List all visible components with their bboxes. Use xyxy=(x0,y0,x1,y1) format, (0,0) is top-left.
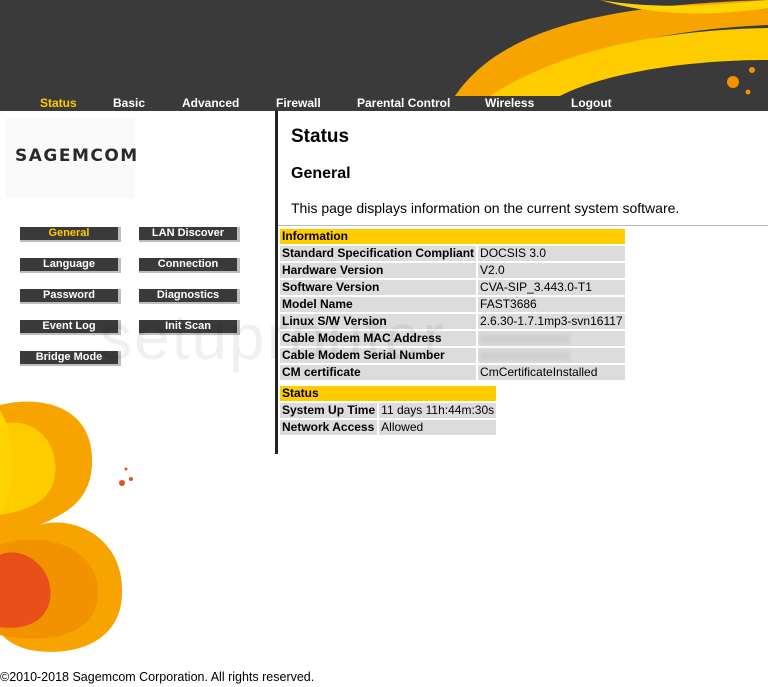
table-row: Cable Modem MAC Address xyxy=(280,331,625,346)
menu-connection-button[interactable]: Connection xyxy=(139,258,240,273)
nav-logout[interactable]: Logout xyxy=(571,96,612,111)
footer-copyright: ©2010-2018 Sagemcom Corporation. All rig… xyxy=(0,670,315,684)
redacted-mac-value xyxy=(480,333,571,344)
page-title: Status xyxy=(291,126,350,147)
sagemcom-logo: SAGEMCOM xyxy=(15,146,139,166)
table-row: Linux S/W Version 2.6.30-1.7.1mp3-svn1611… xyxy=(280,314,625,329)
table-header-row: Information xyxy=(280,229,625,244)
row-value: 2.6.30-1.7.1mp3-svn16117 xyxy=(476,314,625,329)
description-divider xyxy=(278,225,768,226)
table-row: Cable Modem Serial Number xyxy=(280,348,625,363)
decorative-petal-graphic xyxy=(0,401,133,652)
logo-panel: SAGEMCOM xyxy=(5,118,137,198)
table-row: Network Access Allowed xyxy=(280,420,497,435)
row-label: Model Name xyxy=(280,297,477,312)
menu-event-log-button[interactable]: Event Log xyxy=(20,320,121,335)
row-value: FAST3686 xyxy=(476,297,625,312)
menu-diagnostics-button[interactable]: Diagnostics xyxy=(139,289,240,304)
menu-init-scan-button[interactable]: Init Scan xyxy=(139,320,240,335)
nav-status[interactable]: Status xyxy=(40,96,77,111)
row-label: Cable Modem MAC Address xyxy=(280,331,477,346)
row-label: System Up Time xyxy=(280,403,378,418)
table-row: Software Version CVA-SIP_3.443.0-T1 xyxy=(280,280,625,295)
table-row: CM certificate CmCertificateInstalled xyxy=(280,365,625,380)
row-label: Software Version xyxy=(280,280,477,295)
top-navigation: Status Basic Advanced Firewall Parental … xyxy=(0,96,768,111)
menu-bridge-mode-button[interactable]: Bridge Mode xyxy=(20,351,121,366)
information-table: Information Standard Specification Compl… xyxy=(280,227,625,382)
table-row: System Up Time 11 days 11h:44m:30s xyxy=(280,403,497,418)
row-value: 11 days 11h:44m:30s xyxy=(377,403,497,418)
nav-firewall[interactable]: Firewall xyxy=(276,96,321,111)
status-table: Status System Up Time 11 days 11h:44m:30s… xyxy=(280,384,497,437)
nav-advanced[interactable]: Advanced xyxy=(182,96,239,111)
row-value: CVA-SIP_3.443.0-T1 xyxy=(476,280,625,295)
table-row: Standard Specification Compliant DOCSIS 3… xyxy=(280,246,625,261)
header-banner xyxy=(0,0,768,111)
nav-parental-control[interactable]: Parental Control xyxy=(357,96,450,111)
menu-general-button[interactable]: General xyxy=(20,227,121,242)
redacted-serial-value xyxy=(480,350,571,361)
row-label: Linux S/W Version xyxy=(280,314,477,329)
table-header-row: Status xyxy=(280,386,497,401)
information-header: Information xyxy=(280,229,625,244)
row-value: DOCSIS 3.0 xyxy=(476,246,625,261)
row-label: Standard Specification Compliant xyxy=(280,246,477,261)
row-value: V2.0 xyxy=(476,263,625,278)
row-label: Hardware Version xyxy=(280,263,477,278)
table-row: Model Name FAST3686 xyxy=(280,297,625,312)
row-value-redacted xyxy=(476,348,625,363)
section-title: General xyxy=(291,165,351,182)
brand-swoosh-graphic xyxy=(455,0,768,96)
row-label: CM certificate xyxy=(280,365,477,380)
menu-password-button[interactable]: Password xyxy=(20,289,121,304)
table-row: Hardware Version V2.0 xyxy=(280,263,625,278)
page-description: This page displays information on the cu… xyxy=(291,200,680,216)
row-value: CmCertificateInstalled xyxy=(476,365,625,380)
content-divider xyxy=(275,111,278,454)
status-header: Status xyxy=(280,386,497,401)
row-label: Network Access xyxy=(280,420,378,435)
row-value: Allowed xyxy=(377,420,497,435)
nav-basic[interactable]: Basic xyxy=(113,96,145,111)
row-label: Cable Modem Serial Number xyxy=(280,348,477,363)
row-value-redacted xyxy=(476,331,625,346)
menu-language-button[interactable]: Language xyxy=(20,258,121,273)
nav-wireless[interactable]: Wireless xyxy=(485,96,534,111)
menu-lan-discover-button[interactable]: LAN Discover xyxy=(139,227,240,242)
